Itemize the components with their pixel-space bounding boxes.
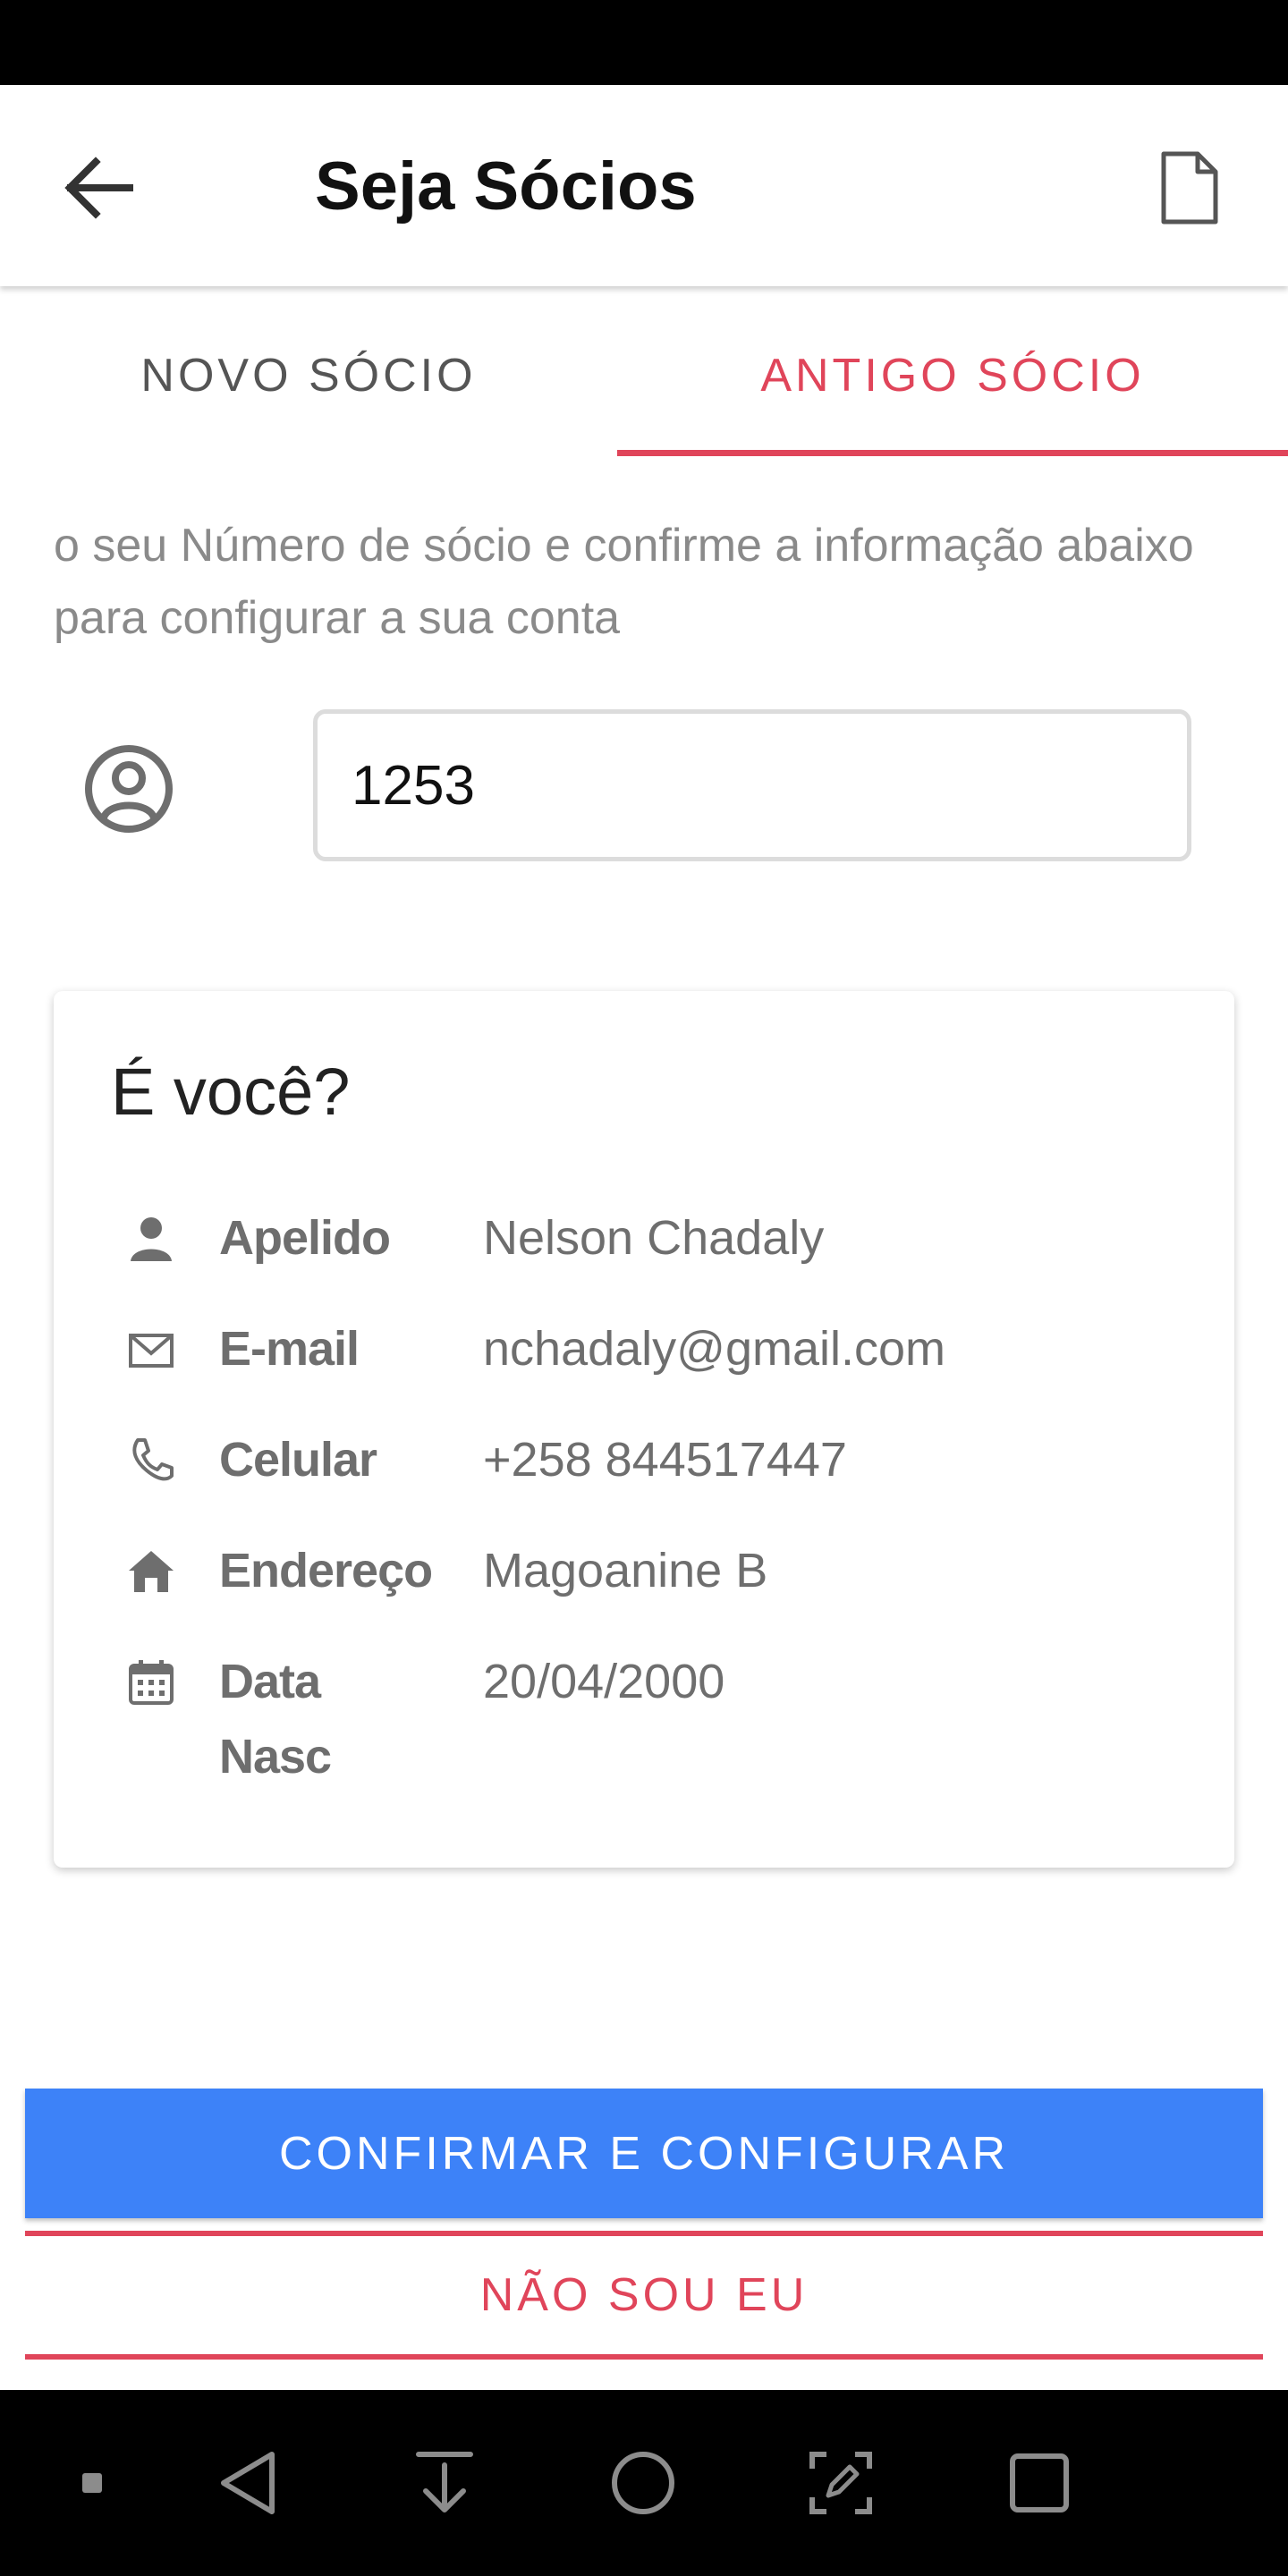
user-circle-icon (85, 745, 173, 833)
document-button[interactable] (1145, 139, 1234, 237)
phone-icon (132, 1438, 174, 1481)
nav-screenshot-button[interactable] (796, 2438, 886, 2528)
label-celular: Celular (219, 1433, 377, 1487)
calendar-icon (129, 1660, 174, 1705)
recents-square-icon (1010, 2453, 1069, 2512)
label-apelido: Apelido (219, 1211, 391, 1265)
person-icon (131, 1217, 172, 1261)
card-title: É você? (111, 1055, 351, 1129)
value-endereco: Magoanine B (483, 1544, 768, 1597)
member-info-card: É você? Apelido Nelson Chadaly E-mail nc… (54, 991, 1234, 1868)
instructions-text: o seu Número de sócio e confirme a infor… (54, 520, 1194, 644)
value-email[interactable]: nchadaly@gmail.com (483, 1311, 945, 1386)
nav-dot-button[interactable] (47, 2438, 137, 2528)
nav-recents-button[interactable] (995, 2438, 1084, 2528)
nav-download-button[interactable] (400, 2438, 489, 2528)
mail-icon (129, 1334, 174, 1368)
nav-back-button[interactable] (203, 2438, 292, 2528)
app-bar: Seja Sócios (0, 85, 1288, 286)
confirm-button[interactable]: CONFIRMAR E CONFIGURAR (25, 2089, 1263, 2218)
member-number-input[interactable] (313, 709, 1191, 861)
nav-home-button[interactable] (598, 2438, 688, 2528)
home-icon (129, 1551, 174, 1592)
download-icon (416, 2452, 473, 2512)
arrow-left-icon (64, 157, 133, 219)
tab-antigo-socio[interactable]: ANTIGO SÓCIO (617, 295, 1288, 456)
label-email: E-mail (219, 1322, 360, 1376)
label-data-nasc: Data Nasc (219, 1655, 332, 1784)
label-endereco: Endereço (219, 1544, 433, 1597)
active-tab-indicator (617, 450, 1288, 456)
value-celular[interactable]: +258 844517447 (483, 1422, 847, 1497)
home-circle-icon (612, 2452, 674, 2514)
document-icon (1161, 151, 1218, 225)
tab-novo-socio[interactable]: NOVO SÓCIO (0, 295, 617, 456)
value-apelido: Nelson Chadaly (483, 1211, 825, 1265)
page-title: Seja Sócios (315, 148, 697, 225)
system-nav-bar (0, 2390, 1288, 2576)
tab-bar: NOVO SÓCIO ANTIGO SÓCIO (0, 295, 1288, 456)
value-data-nasc: 20/04/2000 (483, 1655, 725, 1708)
status-bar (0, 0, 1288, 85)
back-triangle-icon (221, 2452, 275, 2514)
square-dot-icon (82, 2473, 102, 2493)
back-button[interactable] (54, 143, 143, 233)
screenshot-edit-icon (809, 2452, 872, 2514)
not-me-button[interactable]: NÃO SOU EU (25, 2231, 1263, 2360)
